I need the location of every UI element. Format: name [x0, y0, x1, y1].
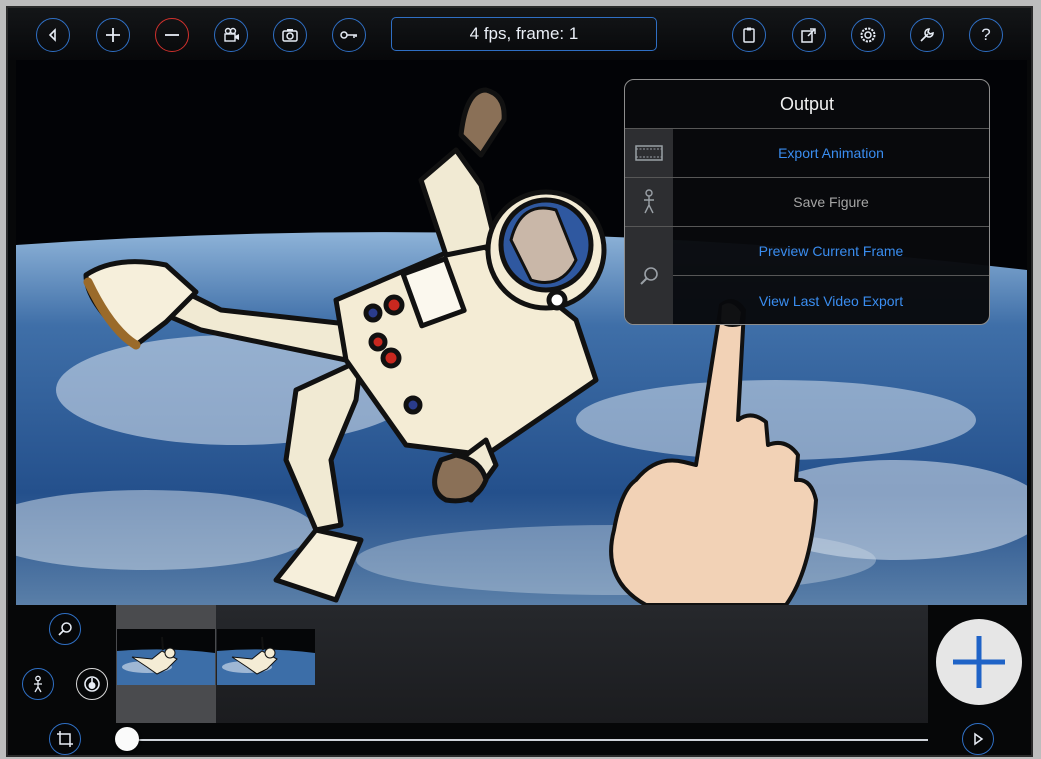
fit-view-button[interactable]	[49, 723, 81, 755]
scrubber-track	[116, 739, 928, 741]
scrubber-knob[interactable]	[115, 727, 139, 751]
back-button[interactable]	[36, 18, 70, 52]
add-frame-large-button[interactable]	[936, 619, 1022, 705]
timeline-area	[8, 605, 1031, 755]
export-icon	[801, 28, 816, 43]
stick-figure-icon	[625, 178, 673, 226]
save-figure-item[interactable]: Save Figure	[625, 178, 989, 227]
export-animation-label: Export Animation	[778, 145, 884, 161]
clipboard-icon	[743, 27, 755, 43]
add-frame-button[interactable]	[96, 18, 130, 52]
movie-camera-icon	[224, 27, 239, 42]
key-button[interactable]	[332, 18, 366, 52]
app-window: 4 fps, frame: 1 ? Output Export Animatio…	[6, 6, 1033, 757]
crop-icon	[57, 731, 73, 747]
view-last-video-export-item[interactable]: View Last Video Export	[625, 276, 989, 324]
zoom-button[interactable]	[49, 613, 81, 645]
help-button[interactable]: ?	[969, 18, 1003, 52]
settings-button[interactable]	[851, 18, 885, 52]
stick-figure-icon	[34, 675, 42, 693]
play-button[interactable]	[962, 723, 994, 755]
preview-current-frame-item[interactable]: Preview Current Frame	[625, 227, 989, 324]
frame-strip	[116, 605, 928, 723]
top-toolbar: 4 fps, frame: 1 ?	[8, 8, 1031, 60]
remove-icon	[165, 34, 179, 36]
view-last-video-export-label: View Last Video Export	[758, 292, 904, 309]
plus-icon	[953, 636, 1005, 688]
figure-button[interactable]	[22, 668, 54, 700]
frame-status: 4 fps, frame: 1	[391, 17, 657, 51]
timeline-scrubber[interactable]	[115, 727, 928, 751]
add-icon	[106, 28, 120, 42]
export-animation-item[interactable]: Export Animation	[625, 129, 989, 178]
tools-button[interactable]	[910, 18, 944, 52]
movie-button[interactable]	[214, 18, 248, 52]
frame-thumbnail[interactable]	[217, 629, 315, 685]
help-icon: ?	[981, 25, 991, 44]
dial-icon	[84, 676, 100, 692]
output-menu: Output Export Animation Save Figure Prev…	[624, 79, 990, 325]
settings-icon	[860, 27, 876, 43]
remove-frame-button[interactable]	[155, 18, 189, 52]
onion-skin-button[interactable]	[76, 668, 108, 700]
snapshot-button[interactable]	[273, 18, 307, 52]
export-button[interactable]	[792, 18, 826, 52]
clipboard-button[interactable]	[732, 18, 766, 52]
film-strip-icon	[625, 129, 673, 177]
frame-thumbnail[interactable]	[117, 629, 215, 685]
key-icon	[340, 31, 357, 39]
camera-icon	[282, 29, 298, 42]
back-icon	[48, 28, 56, 42]
magnifier-icon	[58, 622, 72, 636]
preview-current-frame-label: Preview Current Frame	[758, 243, 904, 259]
save-figure-label: Save Figure	[793, 194, 869, 210]
play-icon	[974, 732, 984, 746]
output-menu-title: Output	[625, 80, 989, 129]
wrench-icon	[920, 28, 934, 42]
